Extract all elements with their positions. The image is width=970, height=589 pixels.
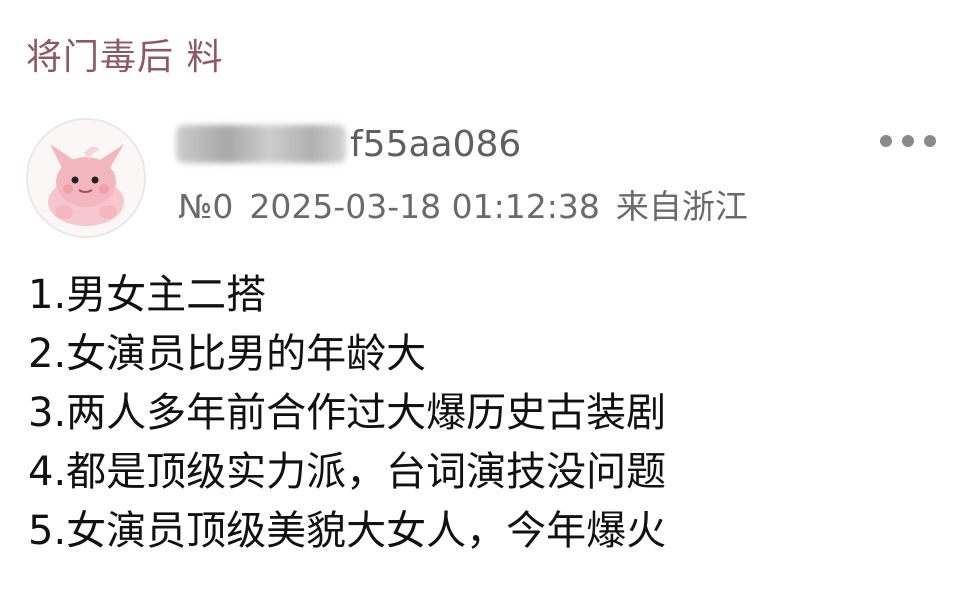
avatar[interactable] <box>26 118 146 238</box>
pink-cartoon-avatar-icon <box>28 120 144 236</box>
more-dot-icon <box>880 135 892 147</box>
list-item: 3.两人多年前合作过大爆历史古装剧 <box>28 390 667 436</box>
list-item: 5.女演员顶级美貌大女人，今年爆火 <box>28 508 667 554</box>
post-timestamp: 2025-03-18 01:12:38 <box>249 187 600 226</box>
username-suffix: f55aa086 <box>350 123 522 165</box>
more-dot-icon <box>902 135 914 147</box>
list-item: 4.都是顶级实力派，台词演技没问题 <box>28 449 667 495</box>
more-options-button[interactable] <box>880 129 936 153</box>
post-card: f55aa086 №0 2025-03-18 01:12:38 来自浙江 1.男女主… <box>0 0 970 589</box>
username[interactable]: f55aa086 <box>176 122 521 166</box>
list-item: 1.男女主二搭 <box>28 272 267 318</box>
more-dot-icon <box>924 135 936 147</box>
post-meta: №0 2025-03-18 01:12:38 来自浙江 <box>178 180 748 228</box>
list-item: 2.女演员比男的年龄大 <box>28 331 427 377</box>
post-location: 来自浙江 <box>615 187 748 226</box>
blurred-username <box>176 125 346 163</box>
post-content: 1.男女主二搭 2.女演员比男的年龄大 3.两人多年前合作过大爆历史古装剧 4.… <box>28 266 948 561</box>
post-number: №0 <box>178 187 234 226</box>
